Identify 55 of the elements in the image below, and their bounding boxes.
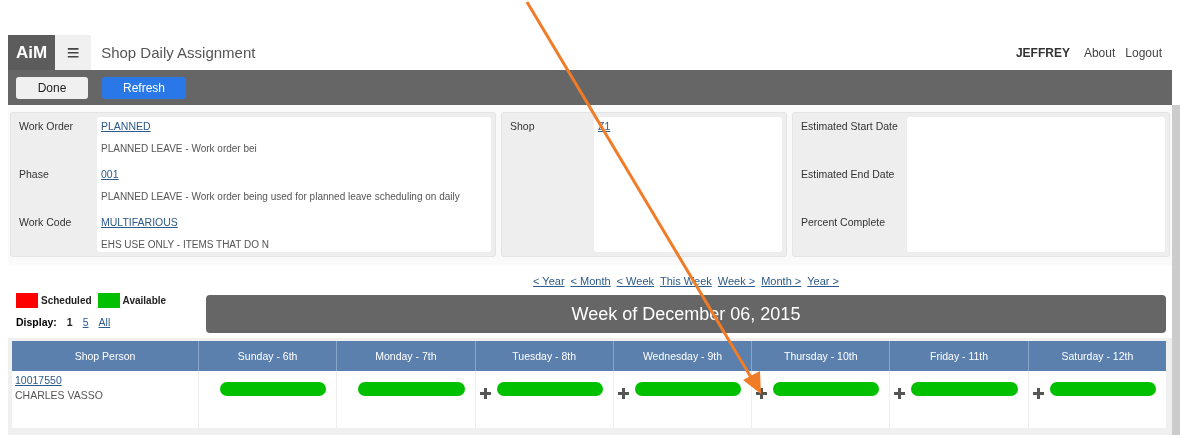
display-option[interactable]: All	[98, 316, 111, 328]
person-id-link[interactable]: 10017550	[15, 374, 195, 386]
week-nav-link[interactable]: < Year	[533, 275, 565, 287]
menu-icon[interactable]: ≡	[55, 35, 92, 70]
availability-bar[interactable]	[634, 382, 742, 396]
column-header: Sunday - 6th	[198, 341, 337, 371]
column-header: Wednesday - 9th	[612, 341, 752, 371]
plus-icon[interactable]	[617, 388, 629, 399]
availability-bar[interactable]	[1049, 382, 1156, 396]
page-title: Shop Daily Assignment	[101, 44, 256, 61]
week-nav-link[interactable]: Year >	[807, 275, 839, 287]
column-header: Monday - 7th	[336, 341, 475, 371]
availability-bar[interactable]	[496, 382, 603, 396]
scrollbar[interactable]	[1172, 105, 1180, 435]
app-logo[interactable]: AiM	[8, 35, 56, 70]
availability-bar[interactable]	[358, 382, 465, 396]
legend-label: Available	[122, 295, 167, 306]
column-header: Saturday - 12th	[1027, 341, 1166, 371]
availability-bar[interactable]	[773, 382, 880, 396]
availability-bar[interactable]	[911, 382, 1018, 396]
plus-icon[interactable]	[1032, 388, 1044, 399]
availability-bar[interactable]	[220, 382, 327, 396]
field-label: Estimated End Date	[801, 168, 896, 180]
column-header: Tuesday - 8th	[474, 341, 613, 371]
week-nav-link[interactable]: < Week	[616, 275, 654, 287]
header-link[interactable]: Logout	[1125, 45, 1162, 60]
field-link[interactable]: PLANNED	[101, 120, 487, 132]
field-label: Work Order	[19, 120, 75, 132]
field-link[interactable]: 001	[101, 168, 487, 180]
field-description: PLANNED LEAVE - Work order being used for planned leave scheduling on daily	[101, 191, 461, 202]
display-option[interactable]: 5	[82, 316, 89, 328]
field-label: Phase	[19, 168, 50, 180]
display-label: Display:	[16, 316, 57, 328]
field-label: Percent Complete	[801, 216, 887, 228]
toolbar-button[interactable]: Refresh	[102, 76, 186, 99]
legend-label: Scheduled	[41, 295, 92, 306]
plus-icon[interactable]	[894, 388, 906, 399]
field-label: Shop	[510, 120, 536, 132]
header-link[interactable]: About	[1083, 45, 1116, 60]
week-nav-link[interactable]: Month >	[761, 275, 802, 287]
field-label: Estimated Start Date	[801, 120, 899, 132]
user-name: JEFFREY	[1015, 45, 1070, 60]
toolbar-button[interactable]: Done	[16, 76, 88, 99]
field-label: Work Code	[19, 216, 73, 228]
field-link[interactable]: MULTIFARIOUS	[101, 216, 487, 228]
week-nav-link[interactable]: Week >	[717, 275, 756, 287]
display-option[interactable]: 1	[66, 316, 73, 328]
column-header: Shop Person	[12, 341, 198, 371]
field-description: PLANNED LEAVE - Work order bei	[101, 143, 258, 154]
column-header: Friday - 11th	[889, 341, 1028, 371]
field-description: EHS USE ONLY - ITEMS THAT DO N	[101, 239, 270, 250]
person-name: CHARLES VASSO	[15, 389, 104, 401]
plus-icon[interactable]	[479, 388, 491, 399]
week-nav-link[interactable]: < Month	[570, 275, 611, 287]
column-header: Thursday - 10th	[751, 341, 890, 371]
